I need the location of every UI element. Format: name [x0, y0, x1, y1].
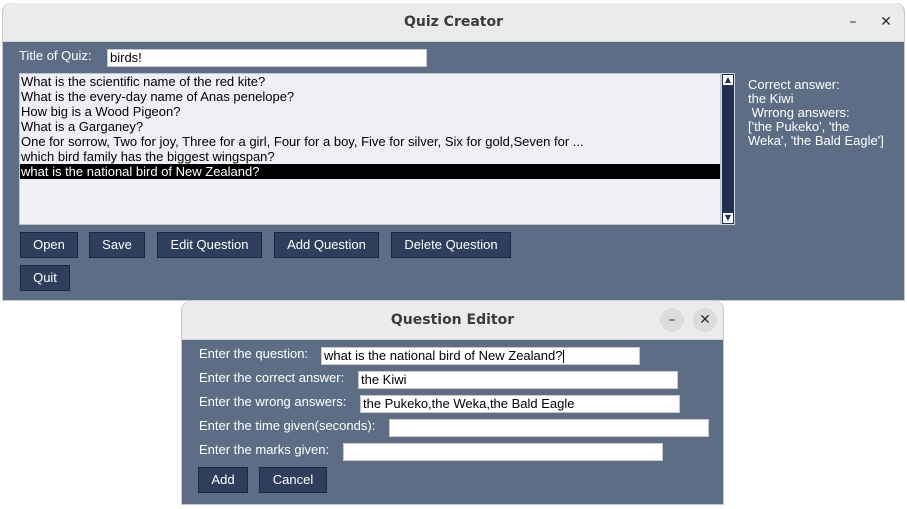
quiz-title-label: Title of Quiz:	[19, 48, 92, 63]
question-input-text: what is the national bird of New Zealand…	[324, 348, 563, 363]
question-editor-titlebar[interactable]: Question Editor – ✕	[182, 301, 723, 340]
edit-question-button[interactable]: Edit Question	[157, 232, 262, 258]
wrong-answers-heading: Wrrong answers:	[748, 105, 850, 120]
question-list-item[interactable]: One for sorrow, Two for joy, Three for a…	[20, 134, 720, 149]
question-list-item[interactable]: What is the every-day name of Anas penel…	[20, 89, 720, 104]
question-list-item[interactable]: which bird family has the biggest wingsp…	[20, 149, 720, 164]
minimize-icon[interactable]: –	[660, 308, 684, 332]
question-list-item[interactable]: what is the national bird of New Zealand…	[20, 164, 720, 179]
wrong-answers-value-line1: ['the Pukeko', 'the	[748, 119, 850, 134]
close-icon[interactable]: ✕	[874, 10, 898, 34]
wrong-answers-label: Enter the wrong answers:	[199, 394, 347, 409]
scroll-up-icon[interactable]: ▲	[723, 75, 733, 85]
close-icon[interactable]: ✕	[693, 308, 717, 332]
correct-answer-value: the Kiwi	[748, 91, 794, 106]
editor-window-title: Question Editor	[390, 312, 515, 328]
save-button[interactable]: Save	[89, 232, 145, 258]
answer-info-panel: Correct answer: the Kiwi Wrrong answers:…	[748, 78, 898, 148]
correct-answer-label: Enter the correct answer:	[199, 370, 345, 385]
wrong-answers-value-line2: Weka', 'the Bald Eagle']	[748, 133, 884, 148]
add-button[interactable]: Add	[198, 467, 248, 493]
marks-given-label: Enter the marks given:	[199, 442, 330, 457]
scroll-down-icon[interactable]: ▼	[723, 213, 733, 223]
time-given-label: Enter the time given(seconds):	[199, 418, 376, 433]
time-given-input[interactable]	[389, 419, 709, 437]
add-question-button[interactable]: Add Question	[274, 232, 379, 258]
text-caret	[563, 350, 565, 364]
question-input[interactable]: what is the national bird of New Zealand…	[321, 347, 640, 365]
window-title: Quiz Creator	[403, 14, 504, 30]
question-list-scrollbar[interactable]: ▲ ▼	[721, 73, 735, 225]
question-list-item[interactable]: What is the scientific name of the red k…	[20, 74, 720, 89]
open-button[interactable]: Open	[20, 232, 78, 258]
question-list-item[interactable]: What is a Garganey?	[20, 119, 720, 134]
question-list-item[interactable]: How big is a Wood Pigeon?	[20, 104, 720, 119]
correct-answer-heading: Correct answer:	[748, 77, 840, 92]
question-label: Enter the question:	[199, 346, 309, 361]
marks-given-input[interactable]	[343, 443, 663, 461]
quit-button[interactable]: Quit	[20, 265, 70, 291]
correct-answer-input[interactable]: the Kiwi	[358, 371, 678, 389]
delete-question-button[interactable]: Delete Question	[391, 232, 511, 258]
quiz-title-input[interactable]: birds!	[107, 49, 427, 67]
question-listbox[interactable]: What is the scientific name of the red k…	[19, 73, 721, 225]
wrong-answers-input[interactable]: the Pukeko,the Weka,the Bald Eagle	[360, 395, 680, 413]
quiz-creator-window: Quiz Creator – ✕ Title of Quiz: birds! W…	[2, 3, 905, 301]
cancel-button[interactable]: Cancel	[259, 467, 327, 493]
question-editor-window: Question Editor – ✕ Enter the question: …	[181, 301, 724, 505]
quiz-creator-titlebar[interactable]: Quiz Creator – ✕	[3, 3, 904, 42]
minimize-icon[interactable]: –	[841, 10, 865, 34]
